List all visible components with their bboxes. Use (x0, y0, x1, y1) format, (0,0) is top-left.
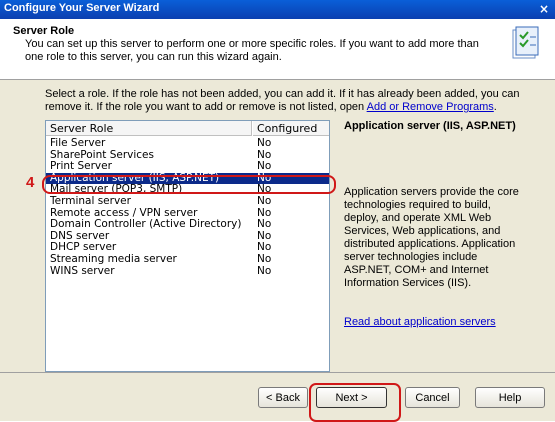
list-header: Server Role Configured (46, 121, 329, 137)
role-row-wins-server[interactable]: WINS server No (46, 264, 329, 278)
role-name: Domain Controller (Active Directory) (50, 218, 242, 231)
instructions-suffix: . (493, 101, 497, 113)
role-configured: No (257, 252, 272, 265)
column-header-role[interactable]: Server Role (46, 121, 252, 136)
role-row-streaming-media[interactable]: Streaming media server No (46, 252, 329, 266)
back-button[interactable]: < Back (258, 387, 308, 408)
wizard-checklist-icon (512, 26, 539, 59)
column-header-configured[interactable]: Configured (253, 121, 329, 136)
role-name: File Server (50, 137, 106, 149)
next-button-highlight (309, 383, 401, 422)
wizard-footer: < Back Next > Cancel Help (0, 372, 555, 421)
wizard-content: Select a role. If the role has not been … (0, 80, 555, 372)
window-title: Configure Your Server Wizard (4, 2, 160, 14)
role-configured: No (257, 137, 272, 149)
read-about-link[interactable]: Read about application servers (344, 316, 496, 328)
page-title: Server Role (13, 25, 75, 37)
server-role-list[interactable]: Server Role Configured File Server No Sha… (45, 120, 330, 372)
step-number-annotation: 4 (26, 174, 35, 191)
wizard-header: Server Role You can set up this server t… (0, 19, 555, 80)
instructions: Select a role. If the role has not been … (45, 88, 520, 114)
add-remove-programs-link[interactable]: Add or Remove Programs (367, 101, 494, 113)
role-configured: No (257, 194, 272, 207)
help-button[interactable]: Help (475, 387, 545, 408)
page-description: You can set up this server to perform on… (25, 38, 479, 63)
role-row-domain-controller[interactable]: Domain Controller (Active Directory) No (46, 219, 329, 231)
role-name: WINS server (50, 264, 115, 277)
role-configured: No (257, 264, 272, 277)
role-row-file-server[interactable]: File Server No (46, 137, 329, 150)
role-detail-description: Application servers provide the core tec… (344, 186, 519, 289)
role-name: Streaming media server (50, 252, 177, 265)
selected-row-highlight (42, 175, 336, 194)
role-name: Terminal server (50, 194, 131, 207)
title-bar: Configure Your Server Wizard × (0, 0, 555, 19)
role-row-terminal-server[interactable]: Terminal server No (46, 194, 329, 208)
cancel-button[interactable]: Cancel (405, 387, 460, 408)
close-icon[interactable]: × (539, 2, 549, 16)
role-configured: No (257, 218, 272, 231)
role-detail-title: Application server (IIS, ASP.NET) (344, 120, 516, 132)
role-rows: File Server No SharePoint Services No Prin… (46, 137, 329, 278)
